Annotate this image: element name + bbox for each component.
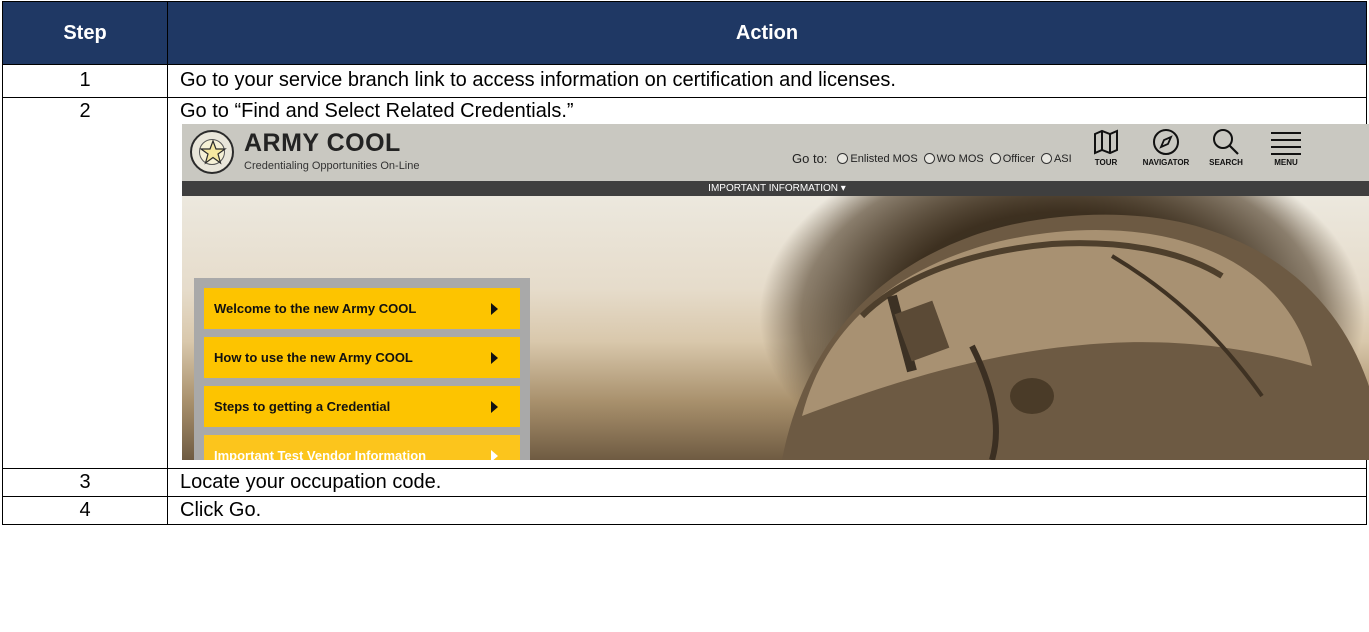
goto-radio-asi[interactable]: ASI	[1040, 153, 1072, 165]
tour-button[interactable]: TOUR	[1080, 127, 1132, 167]
goto-label: Go to:	[792, 151, 828, 166]
army-cool-screenshot: ARMY COOL Credentialing Opportunities On…	[182, 124, 1369, 460]
goto-radio-officer[interactable]: Officer	[989, 153, 1035, 165]
step-action: Locate your occupation code.	[167, 468, 1367, 497]
menu-item-how-to-use[interactable]: How to use the new Army COOL	[204, 337, 520, 378]
map-icon	[1094, 129, 1118, 155]
table-row: 4 Click Go.	[2, 496, 1367, 525]
army-cool-seal-logo	[190, 130, 234, 174]
star-icon	[199, 139, 227, 165]
table-row: 3 Locate your occupation code.	[2, 468, 1367, 497]
compass-icon	[1153, 129, 1179, 155]
table-row: 2 Go to “Find and Select Related Credent…	[2, 97, 1369, 469]
menu-item-steps-to-credential[interactable]: Steps to getting a Credential	[204, 386, 520, 427]
step-action: Go to your service branch link to access…	[167, 64, 1367, 98]
triangle-right-icon	[491, 303, 498, 315]
site-tagline: Credentialing Opportunities On-Line	[244, 160, 420, 172]
caret-down-icon: ▾	[840, 183, 846, 194]
info-bar-label: IMPORTANT INFORMATION	[708, 183, 838, 194]
hero-image: Welcome to the new Army COOL How to use …	[182, 196, 1369, 460]
triangle-right-icon	[491, 450, 498, 460]
menu-item-test-vendor-info[interactable]: Important Test Vendor Information	[204, 435, 520, 460]
menu-label: MENU	[1274, 158, 1298, 167]
menu-item-welcome[interactable]: Welcome to the new Army COOL	[204, 288, 520, 329]
steps-table: Step Action 1 Go to your service branch …	[2, 1, 1369, 525]
tour-label: TOUR	[1094, 158, 1118, 167]
goto-selector: Go to: Enlisted MOS WO MOS Officer ASI	[792, 151, 1072, 166]
step-number: 1	[2, 64, 168, 98]
site-header: ARMY COOL Credentialing Opportunities On…	[182, 124, 1369, 181]
header-step: Step	[2, 1, 168, 65]
triangle-right-icon	[491, 401, 498, 413]
navigator-button[interactable]: NAVIGATOR	[1140, 127, 1192, 167]
triangle-right-icon	[491, 352, 498, 364]
search-icon	[1213, 129, 1239, 155]
hamburger-menu-icon	[1271, 132, 1301, 155]
info-menu-panel: Welcome to the new Army COOL How to use …	[194, 278, 530, 460]
search-label: SEARCH	[1209, 158, 1243, 167]
search-button[interactable]: SEARCH	[1200, 127, 1252, 167]
table-row: 1 Go to your service branch link to acce…	[2, 64, 1367, 98]
soldier-helmet-image	[782, 214, 1369, 460]
goto-radio-enlisted-mos[interactable]: Enlisted MOS	[837, 153, 918, 165]
header-action: Action	[167, 1, 1367, 65]
step-number: 4	[2, 496, 168, 525]
step-number: 3	[2, 468, 168, 497]
navigator-label: NAVIGATOR	[1142, 158, 1190, 167]
important-information-bar[interactable]: IMPORTANT INFORMATION ▾	[182, 181, 1369, 196]
site-brand[interactable]: ARMY COOL	[244, 129, 401, 158]
step-action: Go to “Find and Select Related Credentia…	[180, 100, 574, 122]
menu-button[interactable]: MENU	[1260, 127, 1312, 167]
goto-radio-wo-mos[interactable]: WO MOS	[923, 153, 984, 165]
step-action: Click Go.	[167, 496, 1367, 525]
step-number: 2	[2, 97, 168, 469]
step-action-cell: Go to “Find and Select Related Credentia…	[167, 97, 1369, 469]
